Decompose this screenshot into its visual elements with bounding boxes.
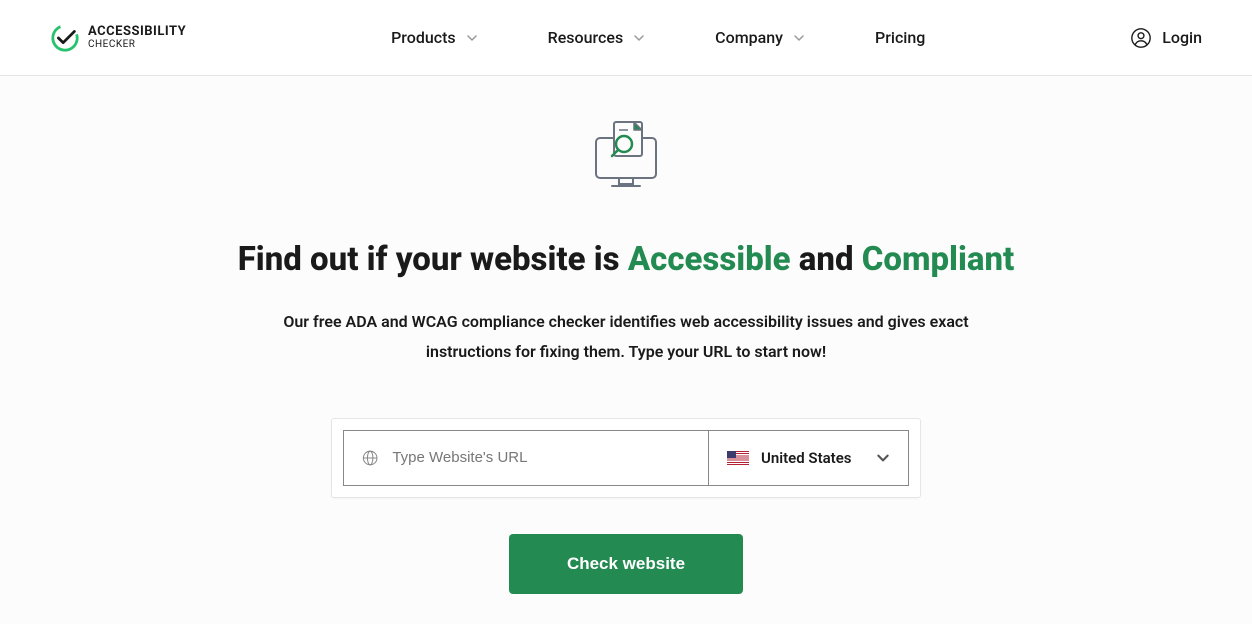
hero-title-accent1: Accessible [628,240,791,279]
checker-form: United States [331,418,921,498]
country-selected: United States [727,449,851,467]
country-label: United States [761,449,851,467]
chevron-down-icon [793,32,805,44]
logo[interactable]: ACCESSIBILITY CHECKER [50,23,186,53]
chevron-down-icon [633,32,645,44]
login-link[interactable]: Login [1130,27,1202,49]
chevron-down-icon [466,32,478,44]
hero-description: Our free ADA and WCAG compliance checker… [266,307,986,368]
nav-company-label: Company [715,28,783,47]
logo-icon [50,23,80,53]
url-input-wrap [344,431,708,485]
header: ACCESSIBILITY CHECKER Products Resources… [0,0,1252,76]
logo-line1: ACCESSIBILITY [88,25,186,38]
country-select[interactable]: United States [708,431,908,485]
hero-section: Find out if your website is Accessible a… [0,76,1252,624]
chevron-down-icon [876,451,890,465]
hero-title: Find out if your website is Accessible a… [238,240,1015,279]
form-row: United States [343,430,909,486]
login-label: Login [1162,28,1202,47]
nav-products-label: Products [391,28,456,47]
hero-illustration [586,116,666,200]
nav-pricing[interactable]: Pricing [875,28,925,47]
url-input[interactable] [392,449,690,466]
hero-title-mid: and [791,240,862,279]
check-website-button[interactable]: Check website [509,534,743,594]
nav-company[interactable]: Company [715,28,805,47]
user-icon [1130,27,1152,49]
logo-line2: CHECKER [88,40,186,50]
hero-title-accent2: Compliant [862,240,1015,279]
main-nav: Products Resources Company Pricing [391,28,925,47]
nav-products[interactable]: Products [391,28,478,47]
logo-text: ACCESSIBILITY CHECKER [88,25,186,50]
globe-icon [362,449,378,467]
nav-pricing-label: Pricing [875,28,925,47]
us-flag-icon [727,451,749,465]
nav-resources[interactable]: Resources [548,28,646,47]
hero-title-prefix: Find out if your website is [238,240,628,279]
nav-resources-label: Resources [548,28,624,47]
